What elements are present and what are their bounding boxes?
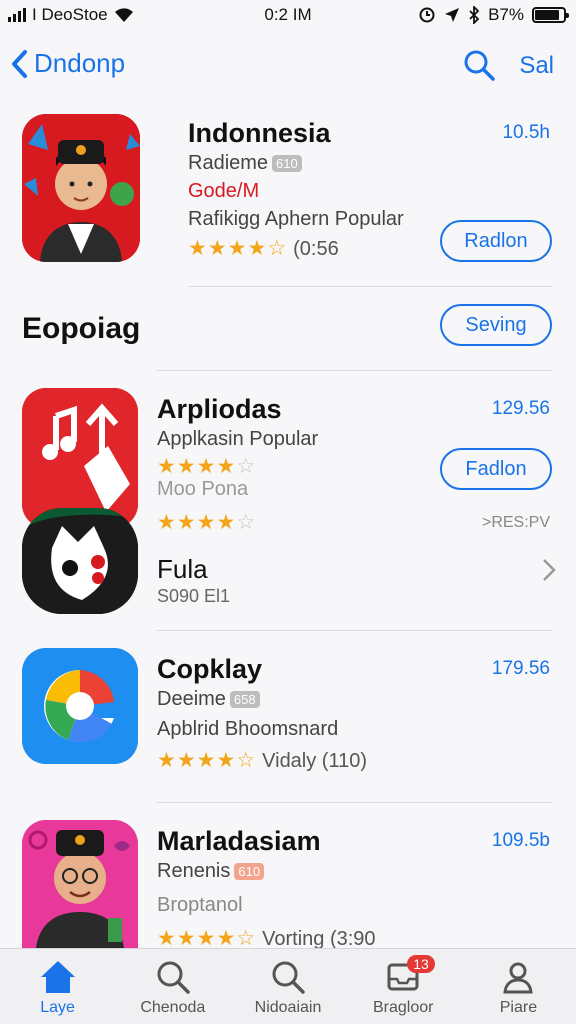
notification-badge: 13: [407, 955, 435, 973]
tab-search[interactable]: Chenoda: [115, 949, 230, 1024]
tab-bar: Laye Chenoda Nidoaiain 13 Bragloor Piare: [0, 948, 576, 1024]
divider: [156, 630, 552, 631]
battery-icon: [532, 7, 569, 23]
section-button[interactable]: Seving: [440, 304, 552, 346]
app-price: 179.56: [491, 658, 550, 679]
status-right: B7%: [418, 5, 569, 25]
app-subtitle: Moo Pona: [157, 478, 249, 500]
version-badge: 658: [229, 691, 260, 709]
section-title: Eopoiag: [22, 312, 141, 345]
tab-label: Piare: [499, 999, 538, 1016]
app-row[interactable]: Marladasiam 109.5b Renenis 610 Broptanol …: [0, 818, 576, 950]
app-name[interactable]: Marladasiam: [157, 826, 321, 857]
app-rating: ★★★★☆: [157, 510, 256, 535]
app-developer: Renenis: [157, 860, 231, 882]
search-icon[interactable]: [462, 48, 496, 82]
version-badge: 610: [234, 863, 265, 881]
app-icon-marladasiam: [22, 820, 138, 948]
status-bar: I DeoStoe 0:2 IM B7%: [0, 0, 576, 30]
app-price: 109.5b: [491, 830, 550, 851]
app-row[interactable]: Indonnesia 10.5h Radieme 610 Gode/M Rafik…: [0, 112, 576, 272]
chevron-left-icon: [12, 49, 27, 78]
app-description: Broptanol: [157, 894, 243, 916]
navigation-bar: Dndonp Sal: [0, 40, 576, 92]
app-rating: ★★★★☆: [157, 454, 256, 479]
app-name[interactable]: Fula: [157, 554, 208, 585]
app-rating: ★★★★☆ Vidaly (110): [157, 748, 367, 773]
app-developer: Radieme: [188, 152, 269, 174]
star-rating: ★★★★☆: [188, 237, 288, 260]
location-icon: [445, 8, 460, 22]
nav-action-button[interactable]: Sal: [519, 52, 554, 80]
app-rating: ★★★★☆ (0:56: [188, 236, 339, 261]
search-icon: [272, 961, 305, 994]
app-subtitle: S090 El1: [157, 586, 231, 606]
app-price: 129.56: [491, 398, 550, 419]
app-icon-indonnesia: [22, 114, 140, 262]
app-name[interactable]: Copklay: [157, 654, 262, 685]
divider: [156, 802, 552, 803]
app-icon-copklay: [22, 648, 138, 764]
app-subtitle: Renenis 610: [157, 860, 265, 883]
app-subtitle: Radieme 610: [188, 152, 302, 175]
star-rating: ★★★★☆: [157, 749, 257, 772]
home-icon: [40, 961, 75, 993]
alarm-icon: [419, 7, 435, 23]
star-rating: ★★★★☆: [157, 927, 257, 950]
download-button[interactable]: Fadlon: [440, 448, 552, 490]
bluetooth-icon: [469, 6, 480, 24]
back-button[interactable]: Dndonp: [10, 48, 125, 79]
tab-inbox[interactable]: 13 Bragloor: [346, 949, 461, 1024]
tab-label: Bragloor: [372, 999, 434, 1016]
download-button[interactable]: Radlon: [440, 220, 552, 262]
app-icon-fula: [22, 508, 138, 614]
rating-count: Vidaly (110): [262, 750, 368, 772]
app-price: 10.5h: [502, 122, 550, 143]
divider: [188, 286, 552, 287]
tab-profile[interactable]: Piare: [461, 949, 576, 1024]
app-row[interactable]: Copklay 179.56 Deeime 658 Apblrid Bhoomsn…: [0, 646, 576, 786]
tab-home[interactable]: Laye: [0, 949, 115, 1024]
app-description: Applkasin Popular: [157, 428, 319, 450]
divider: [156, 370, 552, 371]
app-developer: Deeime: [157, 688, 226, 710]
star-rating: ★★★★☆: [157, 455, 257, 478]
app-category: Gode/M: [188, 180, 260, 202]
search-icon: [157, 961, 190, 994]
tab-label: Laye: [40, 999, 75, 1016]
tab-label: Chenoda: [140, 999, 206, 1016]
app-icon-arpliodas: [22, 388, 138, 528]
back-label: Dndonp: [34, 48, 126, 78]
app-description: Apblrid Bhoomsnard: [157, 718, 339, 740]
tab-label: Nidoaiain: [254, 999, 322, 1016]
rating-count: Vorting (3:90: [262, 928, 376, 950]
app-name[interactable]: Arpliodas: [157, 394, 282, 425]
star-rating: ★★★★☆: [157, 511, 257, 534]
battery-percent: B7%: [488, 5, 524, 24]
person-icon: [503, 962, 534, 994]
chevron-right-icon[interactable]: [542, 558, 556, 582]
app-description: Rafikigg Aphern Popular: [188, 208, 404, 230]
app-subtitle: Deeime 658: [157, 688, 260, 711]
version-badge: 610: [272, 155, 302, 173]
app-name[interactable]: Indonnesia: [188, 118, 331, 149]
rating-count: (0:56: [293, 238, 339, 260]
app-tag: >RES:PV: [481, 514, 550, 531]
app-row[interactable]: Arpliodas 129.56 Applkasin Popular ★★★★☆…: [0, 386, 576, 616]
tab-search-2[interactable]: Nidoaiain: [230, 949, 345, 1024]
